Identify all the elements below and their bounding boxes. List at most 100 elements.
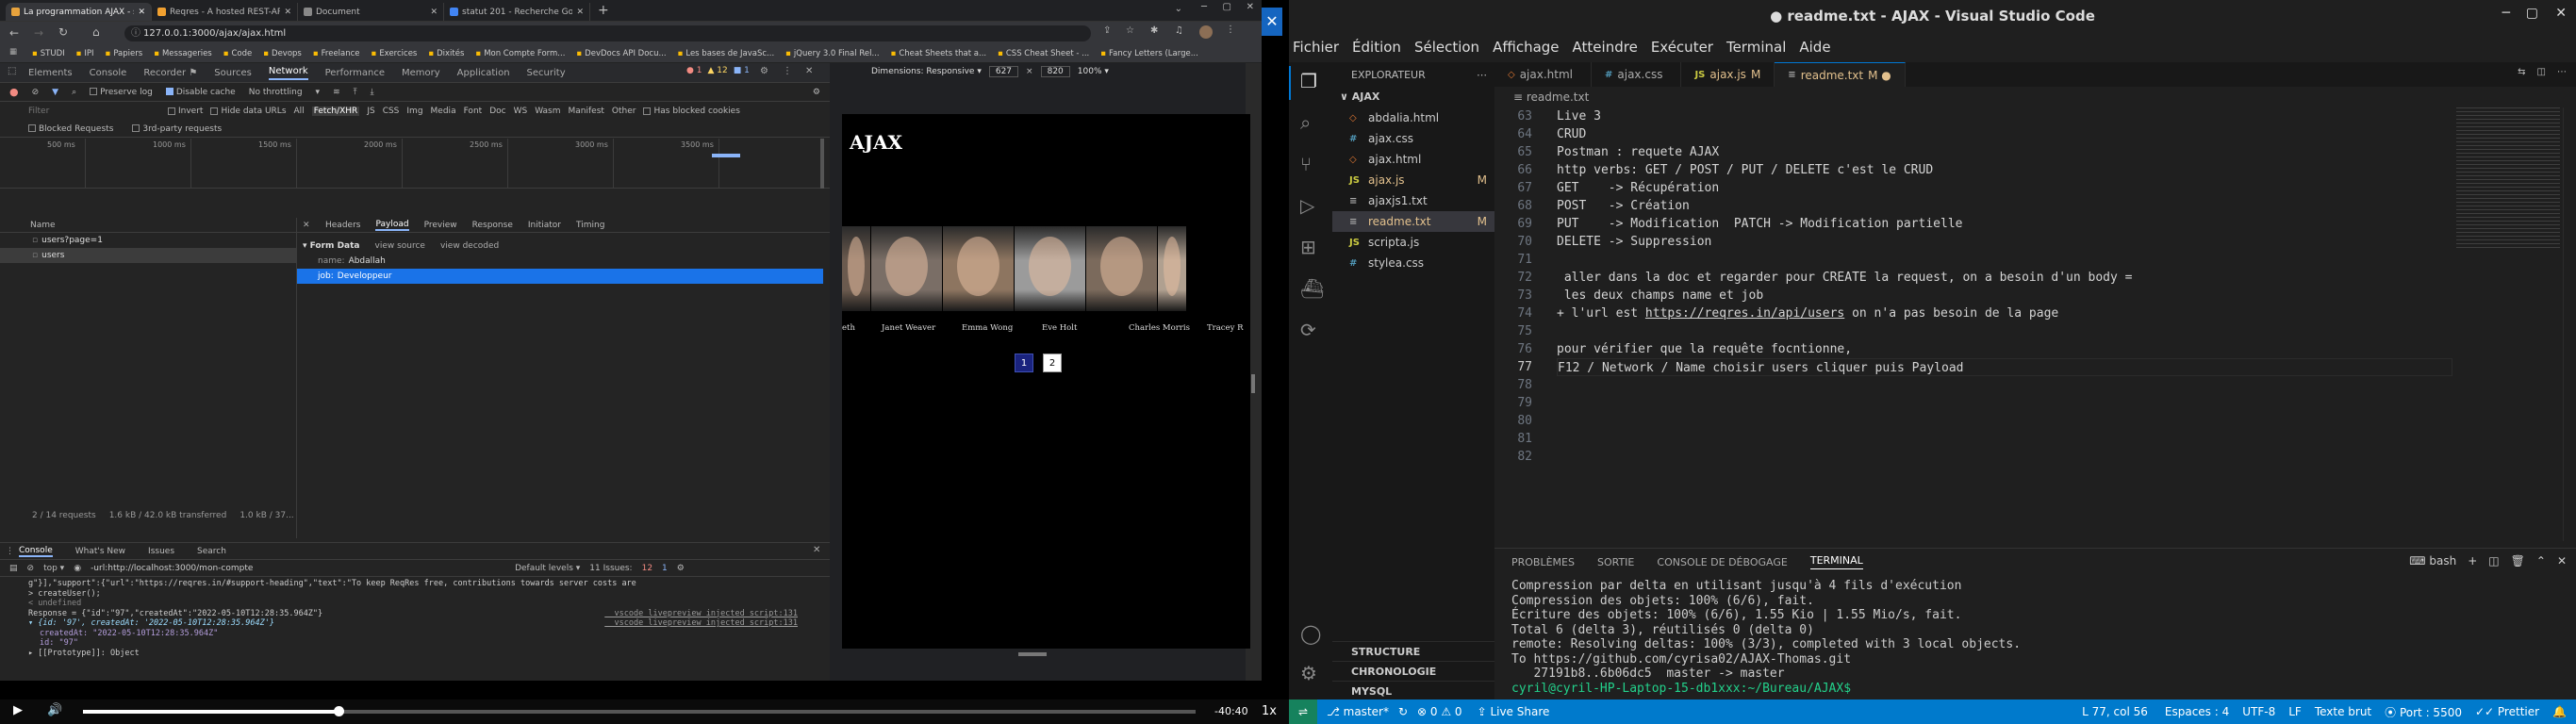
split-terminal-icon[interactable]: ◫ [2488,554,2499,568]
browser-tab[interactable]: Reqres - A hosted REST-API rea... ✕ [152,3,298,21]
eol[interactable]: LF [2288,705,2302,718]
menu-item[interactable]: Édition [1352,39,1401,56]
outline-section[interactable]: CHRONOLOGIE [1332,661,1494,681]
outline-section[interactable]: STRUCTURE [1332,641,1494,661]
type-filter[interactable]: Doc [489,107,505,116]
type-filter[interactable]: Font [464,107,483,116]
tab-search-icon[interactable]: ⌄ [1175,4,1182,14]
devtools-tab[interactable]: Network [268,66,308,80]
menu-item[interactable]: Affichage [1493,39,1559,56]
console-sidebar-icon[interactable]: ▤ [9,564,18,573]
network-settings-icon[interactable]: ⚙ [813,88,820,97]
editor-tab[interactable]: ◇ ajax.html [1494,62,1592,87]
request-row[interactable]: ▫ users?page=1 [0,233,296,248]
view-source-link[interactable]: view source [375,241,425,251]
devtools-more-icon[interactable]: ⋮ [783,66,792,76]
menu-item[interactable]: Atteindre [1573,39,1638,56]
minimize-icon[interactable]: ─ [1201,2,1207,12]
indentation[interactable]: Espaces : 4 [2165,705,2229,718]
devtools-tab[interactable]: Console [90,68,127,78]
inspect-icon[interactable]: ⬚ [8,66,16,76]
console-filter-input[interactable]: -url:http://localhost:3000/mon-compte [91,564,505,573]
bookmark[interactable]: ▪ STUDI [32,49,65,58]
devtools-tab[interactable]: Security [527,68,566,78]
type-filter[interactable]: Manifest [569,107,604,116]
dimensions-select[interactable]: Dimensions: Responsive ▾ [871,67,982,76]
file-item[interactable]: ◇ ajax.html [1332,149,1494,170]
close-panel-icon[interactable]: ✕ [2557,554,2567,568]
playback-speed[interactable]: 1x [1262,704,1277,718]
profile-avatar[interactable] [1199,25,1213,39]
file-item[interactable]: ≡ readme.txt M [1332,211,1494,232]
blocked-cookies-checkbox[interactable]: Has blocked cookies [643,107,740,116]
bookmark[interactable]: ▪ Code [223,49,253,58]
devtools-tab[interactable]: Memory [402,68,440,78]
sync-icon[interactable]: ↻ [1398,705,1408,718]
more-actions-icon[interactable]: ⋯ [2557,67,2567,77]
tab-close-icon[interactable]: ✕ [430,8,438,17]
editor-tab[interactable]: # ajax.css [1592,62,1682,87]
maximize-panel-icon[interactable]: ⌃ [2536,554,2546,568]
device-bottom-handle[interactable] [1018,652,1047,656]
view-decoded-link[interactable]: view decoded [440,241,499,251]
branch-indicator[interactable]: ⎇ master* [1327,705,1389,718]
tab-close-icon[interactable]: ✕ [576,8,584,17]
forward-icon[interactable]: → [34,26,43,40]
type-filter[interactable]: WS [514,107,528,116]
clear-icon[interactable]: ⊘ [32,88,40,97]
terminal-shell-icon[interactable]: ⌨ bash [2409,554,2456,568]
panel-tab[interactable]: CONSOLE DE DÉBOGAGE [1657,556,1787,568]
split-editor-icon[interactable]: ◫ [2537,67,2546,77]
extensions-icon[interactable]: ✱ [1150,25,1158,36]
editor-tab[interactable]: ≡ readme.txt M ● [1775,62,1906,87]
devtools-badges[interactable]: ● 1 ▲ 12 ■ 1 [686,66,750,75]
bookmark[interactable]: ▪ Exercices [372,49,418,58]
record-icon[interactable]: ● [9,86,19,98]
devtools-tab[interactable]: Application [457,68,510,78]
console-source-link[interactable]: __vscode_livepreview_injected_script:131 [604,618,798,628]
wifi-icon[interactable]: ≋ [333,88,340,97]
remote-indicator-icon[interactable]: ⇌ [1289,699,1317,724]
devtools-tab[interactable]: Sources [214,68,252,78]
run-debug-icon[interactable]: ▷ [1300,194,1314,217]
bookmark[interactable]: ▪ jQuery 3.0 Final Rel... [785,49,879,58]
console-tab[interactable]: Search [197,547,226,556]
issues-count[interactable]: 11 Issues: [589,564,632,573]
vscode-maximize-icon[interactable]: ▢ [2526,6,2538,21]
preserve-log-checkbox[interactable]: Preserve log [90,88,153,97]
browser-tab[interactable]: Document ✕ [298,3,444,21]
menu-item[interactable]: Fichier [1293,39,1339,56]
throttle-select[interactable]: No throttling [249,88,303,97]
name-column-header[interactable]: Name [0,218,296,233]
file-item[interactable]: # ajax.css [1332,128,1494,149]
file-item[interactable]: ◇ abdalia.html [1332,107,1494,128]
levels-select[interactable]: Default levels ▾ [515,564,580,573]
problems-indicator[interactable]: ⊗ 0 ⚠ 0 [1417,705,1462,718]
type-filter[interactable]: Media [431,107,456,116]
detail-tab[interactable]: Payload [375,220,409,231]
zoom-select[interactable]: 100% ▾ [1078,67,1109,76]
import-icon[interactable]: ⤒ [354,88,357,97]
search-icon[interactable]: ⌕ [1300,111,1311,134]
address-bar[interactable]: ⓘ 127.0.0.1:3000/ajax/ajax.html [124,25,1091,41]
type-filter[interactable]: JS [367,107,374,116]
new-tab-button[interactable]: + [598,3,609,18]
code-content[interactable]: Live 3 CRUD Postman : requete AJAX http ver… [1557,107,2500,466]
terminal-output[interactable]: Compression par delta en utilisant jusqu… [1511,579,2021,696]
type-filter[interactable]: Wasm [535,107,560,116]
type-filter[interactable]: Other [612,107,636,116]
tab-close-icon[interactable]: ✕ [284,8,291,17]
console-tab[interactable]: Issues [148,547,174,556]
share-icon[interactable]: ⇪ [1103,25,1111,36]
editor-scrollbar[interactable] [2563,107,2574,541]
bookmark[interactable]: ▪ Dixités [428,49,464,58]
vscode-minimize-icon[interactable]: ─ [2502,6,2510,21]
language-mode[interactable]: Texte brut [2315,705,2371,718]
menu-item[interactable]: Exécuter [1651,39,1713,56]
detail-tab[interactable]: Timing [576,221,604,230]
bookmark[interactable]: ▪ Messageries [154,49,212,58]
detail-tab[interactable]: Initiator [528,221,561,230]
devtools-settings-icon[interactable]: ⚙ [760,66,768,76]
devtools-tab[interactable]: Performance [325,68,385,78]
close-window-icon[interactable]: ✕ [1247,2,1254,12]
